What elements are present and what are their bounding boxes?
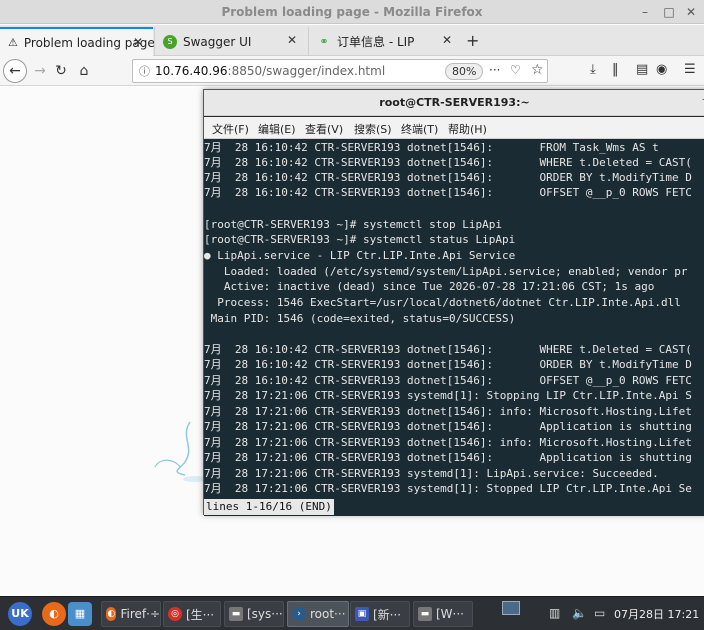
terminal-titlebar[interactable]: root@CTR-SERVER193:~ – [204, 90, 704, 116]
maximize-icon[interactable]: □ [660, 3, 678, 21]
hamburger-menu-icon[interactable]: ☰ [684, 62, 696, 77]
task-label: [W··· [436, 607, 464, 621]
terminal-window[interactable]: root@CTR-SERVER193:~ – 文件(F) 编辑(E) 查看(V)… [203, 89, 704, 516]
menu-view[interactable]: 查看(V) [305, 121, 343, 137]
tab-bar: ⚠ Problem loading page ✕ S Swagger UI ✕ … [0, 25, 704, 56]
terminal-line: ● LipApi.service - LIP Ctr.LIP.Inte.Api … [204, 249, 516, 262]
folder-icon: ▬ [418, 607, 432, 621]
task-label: root··· [310, 607, 346, 621]
url-path: :8850/swagger/index.html [227, 64, 386, 78]
terminal-line: [root@CTR-SERVER193 ~]# systemctl status… [204, 233, 516, 246]
terminal-line: Process: 1546 ExecStart=/usr/local/dotne… [204, 296, 681, 309]
terminal-line: 7月 28 17:21:06 CTR-SERVER193 dotnet[1546… [204, 420, 692, 433]
menu-help[interactable]: 帮助(H) [448, 121, 487, 137]
back-icon[interactable]: ← [3, 59, 27, 83]
close-tab-icon[interactable]: ✕ [442, 33, 452, 47]
window-title: Problem loading page - Mozilla Firefox [221, 5, 483, 19]
terminal-line: Main PID: 1546 (code=exited, status=0/SU… [204, 312, 516, 325]
swagger-icon: S [163, 34, 177, 49]
library-icon[interactable]: ‖ [612, 62, 619, 77]
terminal-line: 7月 28 16:10:42 CTR-SERVER193 dotnet[1546… [204, 358, 692, 371]
volume-icon[interactable]: 🔈 [572, 606, 587, 620]
terminal-line: 7月 28 17:21:06 CTR-SERVER193 systemd[1]:… [204, 482, 692, 495]
url-bar[interactable]: ⓘ 10.76.40.96:8850/swagger/index.html 80… [132, 59, 548, 83]
pocket-icon[interactable]: ♡ [510, 63, 521, 77]
bookmark-star-icon[interactable]: ☆ [531, 62, 544, 78]
account-icon[interactable]: ◉ [656, 62, 667, 77]
terminal-line: 7月 28 17:21:06 CTR-SERVER193 systemd[1]:… [204, 467, 659, 480]
terminal-icon: › [292, 607, 306, 621]
terminal-line: 7月 28 16:10:42 CTR-SERVER193 dotnet[1546… [204, 343, 692, 356]
menu-terminal[interactable]: 终端(T) [401, 121, 438, 137]
tab-problem-loading[interactable]: ⚠ Problem loading page ✕ [0, 27, 155, 56]
start-menu-icon[interactable]: UK [8, 602, 32, 626]
terminal-line: 7月 28 17:21:06 CTR-SERVER193 dotnet[1546… [204, 451, 692, 464]
task-chrome[interactable]: ◎ [生··· [163, 601, 221, 627]
close-tab-icon[interactable]: ✕ [287, 33, 297, 47]
task-new[interactable]: ▣ [新··· [350, 601, 410, 627]
close-tab-icon[interactable]: ✕ [133, 35, 143, 49]
terminal-menubar: 文件(F) 编辑(E) 查看(V) 搜索(S) 终端(T) 帮助(H) [204, 117, 704, 139]
folder-icon: ▬ [229, 607, 243, 621]
tab-label: Swagger UI [183, 34, 252, 49]
task-folder-sys[interactable]: ▬ [sys··· [224, 601, 284, 627]
terminal-line: 7月 28 16:10:42 CTR-SERVER193 dotnet[1546… [204, 374, 692, 387]
task-label: [生··· [186, 607, 215, 622]
menu-search[interactable]: 搜索(S) [354, 121, 392, 137]
reload-icon[interactable]: ↻ [49, 59, 73, 83]
url-host: 10.76.40.96 [155, 64, 228, 78]
terminal-output[interactable]: 7月 28 16:10:42 CTR-SERVER193 dotnet[1546… [204, 140, 704, 516]
pager-status: lines 1-16/16 (END) [204, 499, 334, 515]
task-terminal[interactable]: › root··· [287, 601, 349, 627]
terminal-line: [root@CTR-SERVER193 ~]# systemctl stop L… [204, 218, 503, 231]
task-firefox[interactable]: ◐ Firef·÷ [101, 601, 161, 627]
network-icon[interactable]: ▥ [549, 606, 560, 620]
terminal-line: 7月 28 17:21:06 CTR-SERVER193 dotnet[1546… [204, 436, 692, 449]
firefox-launcher-icon[interactable]: ◐ [42, 602, 66, 626]
terminal-line: 7月 28 16:10:42 CTR-SERVER193 dotnet[1546… [204, 156, 692, 169]
new-tab-icon[interactable]: + [466, 31, 479, 50]
task-label: [sys··· [247, 607, 283, 621]
nav-bar: ← → ↻ ⌂ ⓘ 10.76.40.96:8850/swagger/index… [0, 56, 704, 86]
terminal-line: 7月 28 16:10:42 CTR-SERVER193 dotnet[1546… [204, 171, 692, 184]
minimize-icon[interactable]: – [636, 3, 654, 21]
task-label: [新··· [373, 607, 402, 622]
chrome-icon: ◎ [168, 607, 182, 621]
show-desktop-icon[interactable] [502, 601, 520, 615]
task-folder-w[interactable]: ▬ [W··· [413, 601, 473, 627]
clock[interactable]: 07月28日 17:21 [614, 606, 699, 622]
terminal-line: 7月 28 16:10:42 CTR-SERVER193 dotnet[1546… [204, 141, 659, 154]
terminal-line: 7月 28 17:21:06 CTR-SERVER193 systemd[1]:… [204, 389, 692, 402]
app-icon: ▣ [355, 607, 369, 621]
firefox-titlebar: Problem loading page - Mozilla Firefox –… [0, 0, 704, 24]
info-icon[interactable]: ⓘ [139, 63, 150, 79]
url-text: 10.76.40.96:8850/swagger/index.html [155, 64, 385, 78]
terminal-line: Loaded: loaded (/etc/systemd/system/LipA… [204, 265, 688, 278]
terminal-line: Active: inactive (dead) since Tue 2026-0… [204, 280, 655, 293]
home-icon[interactable]: ⌂ [72, 59, 96, 83]
link-icon: ⚭ [319, 34, 329, 48]
tab-label: 订单信息 - LIP [337, 35, 415, 49]
sidebar-icon[interactable]: ▤ [636, 62, 648, 77]
tab-swagger[interactable]: S Swagger UI ✕ [154, 27, 307, 56]
display-icon[interactable]: ▭ [594, 606, 605, 620]
menu-file[interactable]: 文件(F) [212, 121, 249, 137]
task-label: Firef·÷ [120, 607, 160, 621]
terminal-title: root@CTR-SERVER193:~ [379, 96, 530, 109]
zoom-level[interactable]: 80% [445, 63, 484, 80]
error-illustration-icon [154, 421, 207, 482]
files-launcher-icon[interactable]: ▦ [68, 602, 92, 626]
close-window-icon[interactable]: ✕ [682, 3, 700, 21]
warning-icon: ⚠ [8, 35, 18, 49]
firefox-icon: ◐ [106, 607, 117, 621]
terminal-line: 7月 28 17:21:06 CTR-SERVER193 dotnet[1546… [204, 405, 692, 418]
terminal-line: 7月 28 16:10:42 CTR-SERVER193 dotnet[1546… [204, 186, 692, 199]
more-actions-icon[interactable]: ··· [489, 63, 500, 77]
taskbar: UK ◐ ▦ ◐ Firef·÷ ◎ [生··· ▬ [sys··· › roo… [0, 596, 704, 630]
download-icon[interactable]: ⤓ [590, 62, 596, 77]
tab-order-info[interactable]: ⚭ 订单信息 - LIP ✕ [308, 27, 462, 56]
menu-edit[interactable]: 编辑(E) [258, 121, 296, 137]
